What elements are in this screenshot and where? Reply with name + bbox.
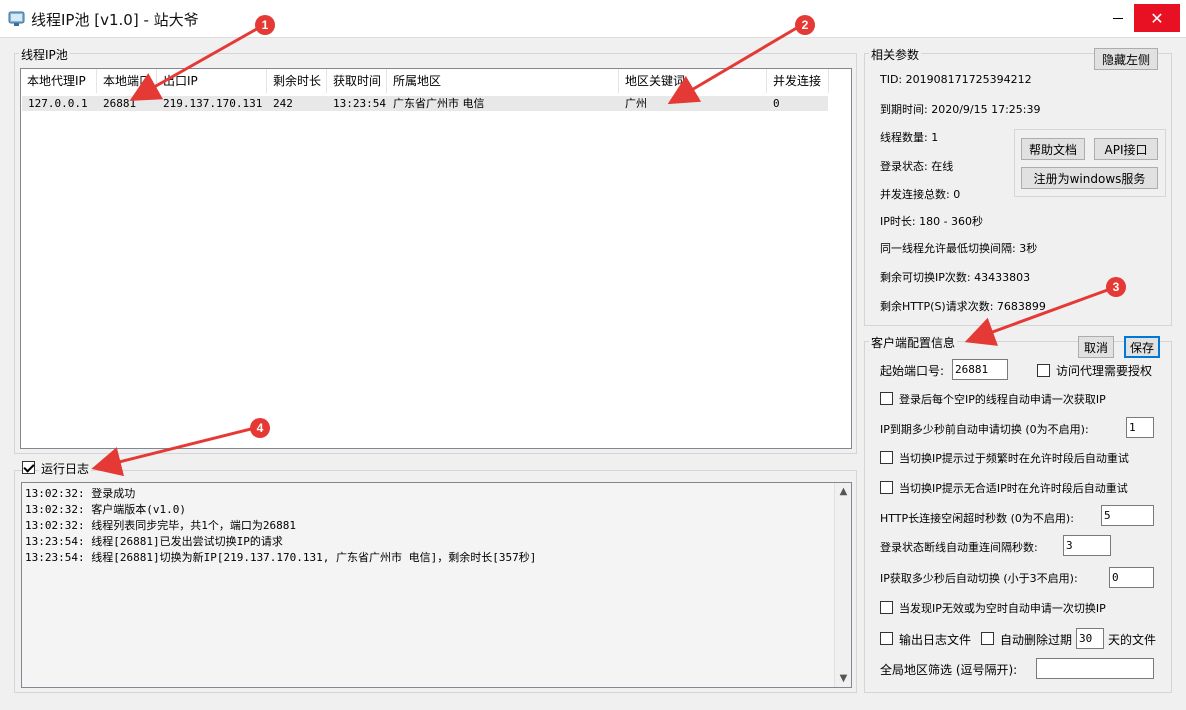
hide-left-button[interactable]: 隐藏左侧 bbox=[1094, 48, 1158, 70]
column-header[interactable]: 出口IP bbox=[157, 69, 267, 93]
region-filter-label: 全局地区筛选 (逗号隔开): bbox=[880, 663, 1018, 677]
cancel-button[interactable]: 取消 bbox=[1078, 336, 1114, 358]
column-header[interactable]: 所属地区 bbox=[387, 69, 619, 93]
minimize-icon bbox=[1113, 17, 1123, 19]
column-header[interactable]: 本地端口 bbox=[97, 69, 157, 93]
scroll-down-icon[interactable]: ▼ bbox=[835, 670, 852, 687]
minimize-button[interactable] bbox=[1103, 4, 1133, 32]
ip-duration-text: IP时长: 180 - 360秒 bbox=[880, 215, 984, 228]
log-output[interactable]: 13:02:32: 登录成功 13:02:32: 客户端版本(v1.0) 13:… bbox=[21, 482, 852, 688]
invalid-ip-checkbox[interactable] bbox=[880, 601, 893, 614]
log-line: 13:02:32: 线程列表同步完毕，共1个，端口为26881 bbox=[25, 519, 296, 532]
tid-text: TID: 201908171725394212 bbox=[880, 73, 1032, 86]
log-line: 13:23:54: 线程[26881]已发出尝试切换IP的请求 bbox=[25, 535, 283, 548]
auth-checkbox[interactable] bbox=[1037, 364, 1050, 377]
annotation-marker-2: 2 bbox=[795, 15, 815, 35]
start-port-label: 起始端口号: bbox=[880, 364, 945, 378]
remaining-http-text: 剩余HTTP(S)请求次数: 7683899 bbox=[880, 300, 1046, 313]
days-suffix-label: 天的文件 bbox=[1108, 633, 1157, 647]
min-interval-text: 同一线程允许最低切换间隔: 3秒 bbox=[880, 242, 1038, 255]
log-scrollbar[interactable]: ▲ ▼ bbox=[834, 483, 851, 687]
log-line: 13:02:32: 登录成功 bbox=[25, 487, 136, 500]
table-cell: 219.137.170.131 bbox=[163, 97, 263, 110]
http-idle-input[interactable]: 5 bbox=[1101, 505, 1154, 526]
log-line: 13:02:32: 客户端版本(v1.0) bbox=[25, 503, 186, 516]
retry-frequent-label: 当切换IP提示过于频繁时在允许时段后自动重试 bbox=[899, 452, 1129, 465]
reconnect-label: 登录状态断线自动重连间隔秒数: bbox=[880, 541, 1038, 554]
annotation-marker-4: 4 bbox=[250, 418, 270, 438]
column-header[interactable]: 获取时间 bbox=[327, 69, 387, 93]
app-icon bbox=[8, 11, 25, 26]
ip-pool-list[interactable]: 本地代理IP 本地端口 出口IP 剩余时长 获取时间 所属地区 地区关键词 并发… bbox=[20, 68, 852, 449]
start-port-input[interactable]: 26881 bbox=[952, 359, 1008, 380]
table-row[interactable]: 127.0.0.1 26881 219.137.170.131 242 13:2… bbox=[22, 96, 828, 111]
login-status-text: 登录状态: 在线 bbox=[880, 160, 954, 173]
auto-delete-checkbox[interactable] bbox=[981, 632, 994, 645]
http-idle-label: HTTP长连接空闲超时秒数 (0为不启用): bbox=[880, 512, 1074, 525]
auto-delete-days-input[interactable]: 30 bbox=[1076, 628, 1104, 649]
table-cell: 13:23:54 bbox=[333, 97, 386, 110]
retry-noip-checkbox[interactable] bbox=[880, 481, 893, 494]
column-header[interactable]: 本地代理IP bbox=[21, 69, 97, 93]
retry-frequent-checkbox[interactable] bbox=[880, 451, 893, 464]
annotation-marker-3: 3 bbox=[1106, 277, 1126, 297]
concurrent-total-text: 并发连接总数: 0 bbox=[880, 188, 961, 201]
column-header[interactable]: 并发连接 bbox=[767, 69, 829, 93]
remaining-switches-text: 剩余可切换IP次数: 43433803 bbox=[880, 271, 1031, 284]
api-button[interactable]: API接口 bbox=[1094, 138, 1158, 160]
log-file-checkbox[interactable] bbox=[880, 632, 893, 645]
auto-switch-label: IP获取多少秒后自动切换 (小于3不启用): bbox=[880, 572, 1078, 585]
register-service-button[interactable]: 注册为windows服务 bbox=[1021, 167, 1158, 189]
log-line: 13:23:54: 线程[26881]切换为新IP[219.137.170.13… bbox=[25, 551, 537, 564]
log-file-label: 输出日志文件 bbox=[899, 633, 972, 647]
region-filter-input[interactable] bbox=[1036, 658, 1154, 679]
log-lines: 13:02:32: 登录成功 13:02:32: 客户端版本(v1.0) 13:… bbox=[25, 486, 833, 566]
window-title: 线程IP池 [v1.0] - 站大爷 bbox=[31, 11, 199, 29]
table-cell: 广东省广州市 电信 bbox=[393, 97, 485, 110]
expire-text: 到期时间: 2020/9/15 17:25:39 bbox=[880, 103, 1041, 116]
table-cell: 26881 bbox=[103, 97, 137, 110]
table-cell: 242 bbox=[273, 97, 293, 110]
expire-switch-input[interactable]: 1 bbox=[1126, 417, 1154, 438]
params-group-title: 相关参数 bbox=[869, 46, 922, 63]
auto-fetch-checkbox[interactable] bbox=[880, 392, 893, 405]
close-button[interactable]: ✕ bbox=[1134, 4, 1180, 32]
table-cell: 广州 bbox=[625, 97, 647, 110]
expire-switch-label: IP到期多少秒前自动申请切换 (0为不启用): bbox=[880, 423, 1089, 436]
auto-delete-label: 自动删除过期 bbox=[1000, 633, 1073, 647]
title-bar: 线程IP池 [v1.0] - 站大爷 ✕ bbox=[0, 0, 1186, 38]
thread-count-text: 线程数量: 1 bbox=[880, 131, 939, 144]
auto-switch-input[interactable]: 0 bbox=[1109, 567, 1154, 588]
scroll-up-icon[interactable]: ▲ bbox=[835, 483, 852, 500]
log-checkbox-label: 运行日志 bbox=[39, 460, 92, 477]
log-checkbox[interactable] bbox=[22, 461, 35, 474]
table-cell: 0 bbox=[773, 97, 780, 110]
invalid-ip-label: 当发现IP无效或为空时自动申请一次切换IP bbox=[899, 602, 1106, 615]
annotation-marker-1: 1 bbox=[255, 15, 275, 35]
column-header[interactable]: 地区关键词 bbox=[619, 69, 767, 93]
config-group-title: 客户端配置信息 bbox=[869, 334, 958, 351]
save-button[interactable]: 保存 bbox=[1124, 336, 1160, 358]
ip-pool-group-title: 线程IP池 bbox=[19, 46, 70, 63]
reconnect-input[interactable]: 3 bbox=[1063, 535, 1111, 556]
help-doc-button[interactable]: 帮助文档 bbox=[1021, 138, 1085, 160]
list-header: 本地代理IP 本地端口 出口IP 剩余时长 获取时间 所属地区 地区关键词 并发… bbox=[21, 69, 851, 93]
retry-noip-label: 当切换IP提示无合适IP时在允许时段后自动重试 bbox=[899, 482, 1128, 495]
table-cell: 127.0.0.1 bbox=[28, 97, 88, 110]
auto-fetch-label: 登录后每个空IP的线程自动申请一次获取IP bbox=[899, 393, 1106, 406]
column-header[interactable]: 剩余时长 bbox=[267, 69, 327, 93]
auth-label: 访问代理需要授权 bbox=[1056, 364, 1153, 378]
